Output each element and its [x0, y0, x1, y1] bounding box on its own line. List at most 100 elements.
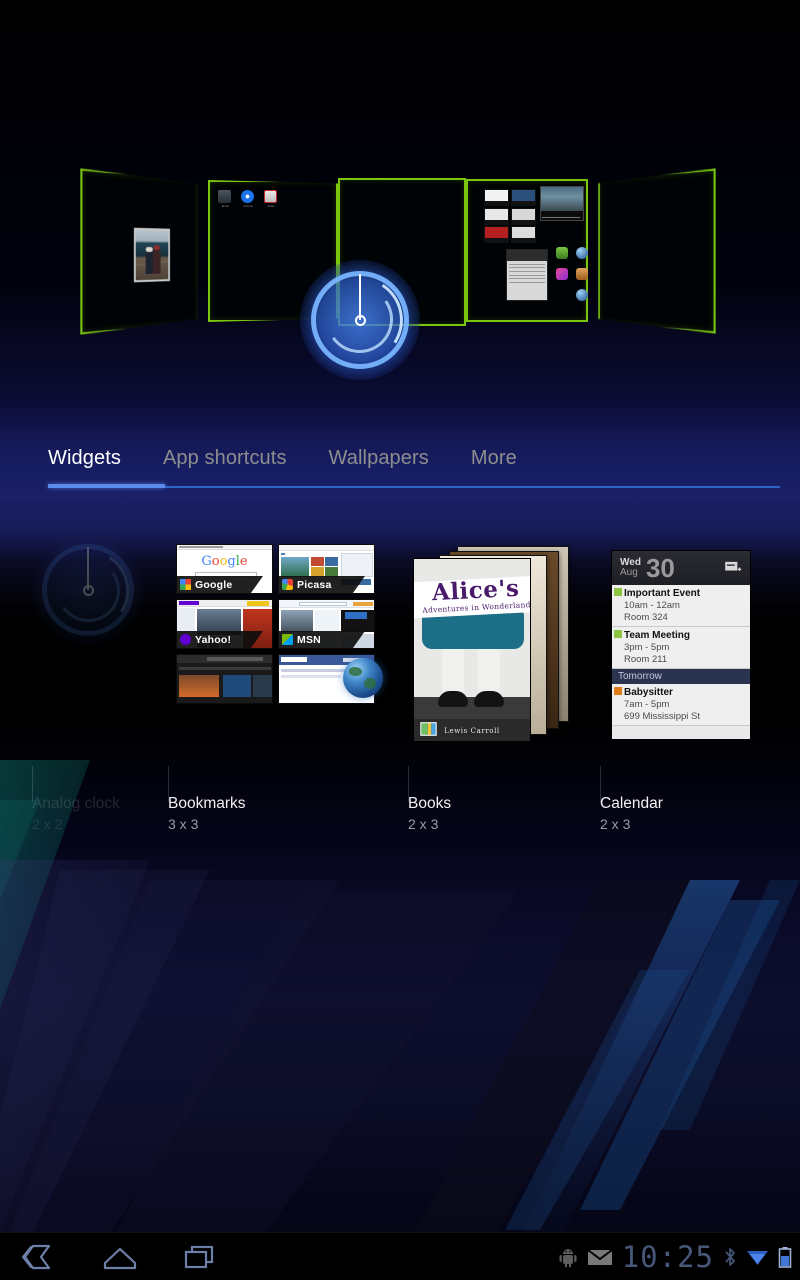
headphones-icon — [576, 268, 588, 280]
book-legs — [442, 647, 504, 705]
preview-app-3: Music — [264, 190, 278, 208]
bookmark-tile-picasa: Picasa — [278, 544, 375, 594]
calendar-event[interactable]: Babysitter 7am - 5pm 699 Mississippi St — [612, 684, 750, 726]
widget-item-calendar[interactable]: Wed Aug 30 Important Event 10am - 12am R… — [600, 494, 800, 774]
calendar-day-separator: Tomorrow — [612, 669, 750, 684]
widget-label-books: Books 2 x 3 — [408, 794, 451, 834]
preview-app-label: Music — [264, 204, 278, 208]
event-time: 3pm - 5pm — [624, 642, 746, 654]
event-time: 10am - 12am — [624, 600, 746, 612]
home-icon — [98, 1243, 142, 1271]
bookmark-label: Picasa — [279, 576, 365, 593]
preview-bookmark-tile — [484, 208, 509, 225]
preview-app-column — [556, 247, 590, 310]
photo-hat — [154, 245, 160, 250]
widget-label-analog-clock: Analog clock 2 x 2 — [32, 794, 120, 834]
launcher-screen: Email Chrome Music Widgets App shortcuts… — [0, 0, 800, 1280]
preview-bookmarks-widget — [484, 189, 536, 243]
bookmark-tile-google: Google Google — [176, 544, 273, 594]
event-color-chip — [614, 687, 622, 695]
analog-clock-drag-preview[interactable] — [300, 260, 420, 380]
browser-icon — [576, 289, 588, 301]
bookmark-title: Picasa — [297, 579, 331, 591]
tab-wallpapers[interactable]: Wallpapers — [329, 447, 429, 470]
back-button[interactable] — [0, 1233, 80, 1280]
back-icon — [18, 1243, 62, 1271]
calendar-event[interactable]: Important Event 10am - 12am Room 324 — [612, 585, 750, 627]
news-headline-bar — [542, 217, 580, 219]
gallery-icon — [556, 268, 568, 280]
preview-bookmark-tile — [484, 189, 509, 206]
calendar-thumbnail: Wed Aug 30 Important Event 10am - 12am R… — [611, 550, 751, 740]
recent-apps-button[interactable] — [160, 1233, 240, 1280]
tab-more[interactable]: More — [471, 447, 517, 470]
books-app-icon — [420, 722, 437, 736]
preview-calendar-header — [507, 250, 547, 261]
widget-size: 2 x 2 — [32, 815, 120, 834]
preview-calendar-row — [509, 271, 545, 272]
tab-active-indicator — [48, 484, 165, 488]
bookmarks-thumbnail: Google Google Picasa Yahoo! MSN — [176, 544, 375, 704]
music-icon — [264, 190, 277, 203]
widget-item-bookmarks[interactable]: Google Google Picasa Yahoo! MSN Bookmark… — [168, 494, 408, 774]
add-event-icon[interactable] — [724, 561, 742, 574]
preview-calendar-row — [509, 275, 545, 276]
chrome-icon — [241, 190, 254, 203]
preview-bookmark-tile — [511, 208, 536, 225]
homescreen-preview-4[interactable] — [466, 179, 588, 322]
clock-minute-hand — [359, 274, 361, 320]
event-color-chip — [614, 630, 622, 638]
tab-app-shortcuts[interactable]: App shortcuts — [163, 447, 287, 470]
homescreen-preview-1[interactable] — [80, 168, 197, 334]
event-place: Room 211 — [624, 654, 746, 666]
bookmark-title: Yahoo! — [195, 634, 231, 646]
preview-calendar-row — [509, 278, 545, 279]
widget-tray[interactable]: Analog clock 2 x 2 Google Google Picasa … — [0, 494, 800, 774]
photo-hat — [146, 247, 153, 252]
downloads-icon — [556, 247, 568, 259]
bookmark-title: Google — [195, 579, 232, 591]
clock-minute-hand — [87, 547, 89, 590]
preview-calendar-widget — [506, 249, 548, 301]
battery-icon — [778, 1246, 792, 1268]
widget-item-books[interactable]: Alice's Adventures in Wonderland Lewis C… — [408, 494, 600, 774]
books-thumbnail: Alice's Adventures in Wonderland Lewis C… — [413, 546, 571, 742]
msn-favicon — [282, 634, 293, 645]
widget-label-calendar: Calendar 2 x 3 — [600, 794, 663, 834]
calendar-event[interactable]: Team Meeting 3pm - 5pm Room 211 — [612, 627, 750, 669]
analog-clock-thumbnail — [32, 534, 144, 646]
tab-widgets[interactable]: Widgets — [48, 447, 121, 470]
bookmark-label: Google — [177, 576, 263, 593]
widget-name: Bookmarks — [168, 794, 246, 813]
photo-figure — [146, 250, 153, 274]
preview-bookmark-tile — [511, 189, 536, 206]
photo-figure — [153, 248, 161, 274]
email-icon — [218, 190, 231, 203]
bookmark-label: MSN — [279, 631, 365, 648]
yahoo-favicon — [180, 634, 191, 645]
homescreen-preview-5[interactable] — [598, 168, 715, 333]
clock-hub — [83, 585, 94, 596]
system-bar: 10:25 — [0, 1232, 800, 1280]
preview-news-widget — [540, 186, 584, 221]
bluetooth-icon — [723, 1246, 737, 1268]
google-favicon — [180, 579, 191, 590]
widget-name: Analog clock — [32, 794, 120, 813]
preview-app-label: Chrome — [241, 204, 255, 208]
browser-icon — [576, 247, 588, 259]
preview-app-1: Email — [218, 190, 232, 208]
preview-calendar-row — [509, 267, 545, 268]
home-button[interactable] — [80, 1233, 160, 1280]
book-title-band: Alice's Adventures in Wonderland — [413, 575, 531, 618]
status-icons[interactable]: 10:25 — [558, 1233, 792, 1280]
widget-label-bookmarks: Bookmarks 3 x 3 — [168, 794, 246, 834]
bookmark-tile-extra — [176, 654, 273, 704]
event-time: 7am - 5pm — [624, 699, 746, 711]
browser-globe-icon — [343, 658, 383, 698]
event-place: 699 Mississippi St — [624, 711, 746, 723]
wifi-icon — [746, 1247, 769, 1267]
widget-name: Books — [408, 794, 451, 813]
preview-calendar-row — [509, 282, 545, 283]
widget-item-analog-clock[interactable]: Analog clock 2 x 2 — [0, 494, 168, 774]
recent-apps-icon — [178, 1243, 222, 1271]
